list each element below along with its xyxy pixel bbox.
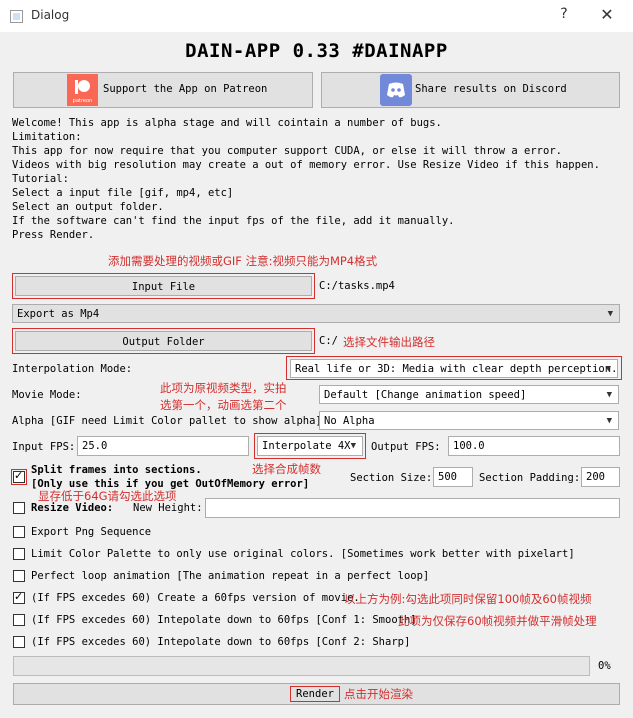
interpolation-mode-label: Interpolation Mode: (12, 363, 133, 375)
interpolate-sharp-checkbox[interactable] (13, 636, 25, 648)
info-line: Press Render. (12, 229, 95, 241)
close-icon[interactable]: ✕ (598, 5, 616, 24)
interpolate-factor-value: Interpolate 4X (262, 440, 351, 452)
interpolation-mode-value: Real life or 3D: Media with clear depth … (295, 363, 618, 375)
chevron-down-icon: ▼ (606, 416, 612, 426)
patreon-button[interactable]: patreon Support the App on Patreon (13, 72, 313, 108)
discord-button[interactable]: Share results on Discord (321, 72, 620, 108)
interpolation-mode-select[interactable]: Real life or 3D: Media with clear depth … (290, 359, 618, 378)
help-icon[interactable]: ? (556, 6, 572, 22)
input-file-button[interactable]: Input File (12, 273, 315, 299)
chevron-down-icon: ▼ (607, 309, 613, 319)
split-frames-checkbox[interactable] (11, 469, 27, 485)
discord-logo-icon (380, 74, 412, 106)
interpolate-smooth-annotation: 此项为仅保存60帧视频并做平滑帧处理 (398, 614, 597, 628)
new-height-label: New Height: (133, 502, 203, 514)
output-folder-path: C:/ (319, 335, 338, 347)
info-line: Tutorial: (12, 173, 69, 185)
render-annotation: 点击开始渲染 (344, 687, 413, 701)
chevron-down-icon: ▼ (350, 441, 356, 451)
info-line: Select an output folder. (12, 201, 164, 213)
discord-button-label: Share results on Discord (415, 83, 567, 95)
movie-mode-value: Default [Change animation speed] (324, 389, 527, 401)
alpha-select[interactable]: No Alpha ▼ (319, 411, 619, 430)
perfect-loop-label: Perfect loop animation [The animation re… (31, 570, 430, 582)
movie-mode-annotation-line2: 选第一个，动画选第二个 (160, 398, 287, 412)
info-line: Select a input file [gif, mp4, etc] (12, 187, 234, 199)
new-height-field[interactable] (205, 498, 620, 518)
interpolate-smooth-checkbox[interactable] (13, 614, 25, 626)
output-folder-button[interactable]: Output Folder (12, 328, 315, 354)
app-window-icon (10, 10, 23, 23)
info-line: Welcome! This app is alpha stage and wil… (12, 117, 442, 129)
resize-video-label: Resize Video: (31, 502, 114, 514)
section-size-field[interactable]: 500 (433, 467, 473, 487)
section-padding-label: Section Padding: (479, 472, 581, 484)
create-60fps-checkbox[interactable] (13, 590, 25, 604)
render-progress-text: 0% (598, 660, 611, 672)
interpolate-annotation: 选择合成帧数 (252, 462, 321, 476)
limit-palette-checkbox[interactable] (13, 548, 25, 560)
input-file-annotation: 添加需要处理的视频或GIF 注意:视频只能为MP4格式 (108, 254, 378, 268)
patreon-logo-icon: patreon (67, 74, 98, 106)
input-fps-label: Input FPS: (12, 441, 76, 453)
create-60fps-annotation: 以上方为例:勾选此项同时保留100帧及60帧视频 (344, 592, 592, 606)
output-fps-label: Output FPS: (371, 441, 441, 453)
info-text: Welcome! This app is alpha stage and wil… (12, 116, 600, 242)
render-button[interactable]: Render (290, 686, 340, 702)
info-line: This app for now require that you comput… (12, 145, 562, 157)
limit-palette-label: Limit Color Palette to only use original… (31, 548, 575, 560)
interpolate-factor-select[interactable]: Interpolate 4X ▼ (257, 436, 363, 456)
info-line: Limitation: (12, 131, 82, 143)
window-title: Dialog (31, 8, 70, 22)
interpolate-smooth-label: (If FPS excedes 60) Intepolate down to 6… (31, 614, 417, 626)
movie-mode-select[interactable]: Default [Change animation speed] ▼ (319, 385, 619, 404)
output-fps-field[interactable]: 100.0 (448, 436, 620, 456)
chevron-down-icon: ▼ (606, 390, 612, 400)
info-line: If the software can't find the input fps… (12, 215, 455, 227)
title-bar: Dialog ? ✕ (0, 0, 633, 32)
movie-mode-annotation-line1: 此项为原视频类型，实拍 (160, 381, 287, 395)
resize-video-checkbox[interactable] (13, 502, 25, 514)
input-fps-field[interactable]: 25.0 (77, 436, 249, 456)
section-padding-field[interactable]: 200 (581, 467, 620, 487)
chevron-down-icon: ▼ (605, 364, 611, 374)
alpha-label: Alpha [GIF need Limit Color pallet to sh… (12, 415, 329, 427)
alpha-value: No Alpha (324, 415, 375, 427)
info-line: Videos with big resolution may create a … (12, 159, 600, 171)
patreon-logo-text: patreon (73, 98, 92, 104)
patreon-button-label: Support the App on Patreon (103, 83, 268, 95)
render-progress-bar (13, 656, 590, 676)
perfect-loop-checkbox[interactable] (13, 570, 25, 582)
export-png-label: Export Png Sequence (31, 526, 152, 538)
input-file-path: C:/tasks.mp4 (319, 280, 395, 292)
export-png-checkbox[interactable] (13, 526, 25, 538)
output-folder-annotation: 选择文件输出路径 (343, 335, 435, 349)
split-frames-label-line1: Split frames into sections. (31, 464, 202, 476)
export-format-select[interactable]: Export as Mp4 ▼ (12, 304, 620, 323)
movie-mode-label: Movie Mode: (12, 389, 82, 401)
export-format-value: Export as Mp4 (17, 308, 100, 320)
create-60fps-label: (If FPS excedes 60) Create a 60fps versi… (31, 592, 360, 604)
interpolate-sharp-label: (If FPS excedes 60) Intepolate down to 6… (31, 636, 411, 648)
app-heading: DAIN-APP 0.33 #DAINAPP (185, 40, 448, 62)
section-size-label: Section Size: (350, 472, 433, 484)
